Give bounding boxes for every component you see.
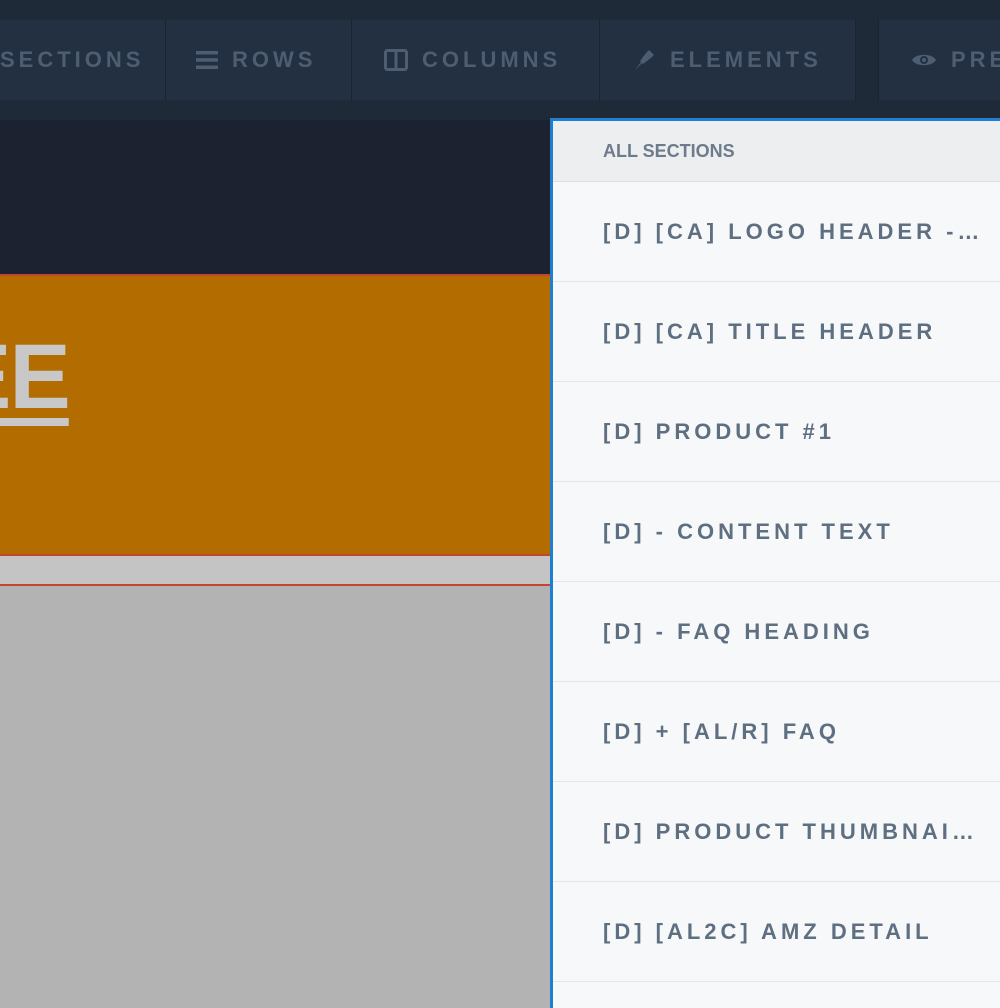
columns-icon xyxy=(384,49,408,71)
section-item[interactable]: [D] - CONTENT TEXT xyxy=(553,482,1000,582)
preview-tab[interactable]: PREVIEW xyxy=(878,20,1000,100)
rows-icon xyxy=(196,51,218,69)
section-item-label: [D] [AL2C] AMZ DETAIL xyxy=(603,918,933,944)
section-item[interactable]: [D] PRODUCT THUMBNAI… xyxy=(553,782,1000,882)
header-section[interactable] xyxy=(0,120,552,274)
sections-tab[interactable]: SECTIONS xyxy=(0,20,166,100)
section-item[interactable]: [D] + [AL/R] FAQ xyxy=(553,682,1000,782)
rows-tab[interactable]: ROWS xyxy=(166,20,352,100)
headline-text: EE xyxy=(0,326,71,428)
section-item[interactable]: [D] - FAQ HEADING xyxy=(553,582,1000,682)
elements-tab[interactable]: ELEMENTS xyxy=(600,20,856,100)
rows-tab-label: ROWS xyxy=(232,47,317,72)
section-item[interactable]: [D] [CA] TITLE HEADER xyxy=(553,282,1000,382)
page-canvas: EE xyxy=(0,120,552,1000)
sections-panel: ALL SECTIONS [D] [CA] LOGO HEADER -… [D]… xyxy=(550,118,1000,1008)
panel-header: ALL SECTIONS xyxy=(553,121,1000,182)
section-item-label: [D] [CA] TITLE HEADER xyxy=(603,318,937,344)
section-item[interactable]: [D] PRODUCT #1 xyxy=(553,382,1000,482)
panel-header-label: ALL SECTIONS xyxy=(603,140,735,161)
section-item[interactable]: [D] [AL2C] AMZ DETAIL xyxy=(553,882,1000,982)
section-item-label: [D] + [AL/R] FAQ xyxy=(603,718,840,744)
section-item[interactable]: [D] [CA] LOGO HEADER -… xyxy=(553,182,1000,282)
section-item-label: [D] PRODUCT THUMBNAI… xyxy=(603,818,978,844)
section-item-label: [D] - FAQ HEADING xyxy=(603,618,874,644)
top-toolbar: SECTIONS ROWS COLUMNS ELEMENTS PREVIEW xyxy=(0,0,1000,120)
title-section[interactable] xyxy=(0,274,552,556)
preview-tab-label: PREVIEW xyxy=(951,47,1000,72)
content-section[interactable] xyxy=(0,586,552,1000)
section-item-label: [D] [CA] LOGO HEADER -… xyxy=(603,218,984,244)
elements-icon xyxy=(635,50,654,70)
columns-tab-label: COLUMNS xyxy=(422,47,562,72)
preview-eye-icon xyxy=(912,54,936,66)
section-item-label: [D] - CONTENT TEXT xyxy=(603,518,894,544)
section-divider xyxy=(0,556,552,586)
columns-tab[interactable]: COLUMNS xyxy=(352,20,600,100)
elements-tab-label: ELEMENTS xyxy=(670,47,822,72)
section-item-label: [D] PRODUCT #1 xyxy=(603,418,836,444)
sections-tab-label: SECTIONS xyxy=(0,47,145,72)
